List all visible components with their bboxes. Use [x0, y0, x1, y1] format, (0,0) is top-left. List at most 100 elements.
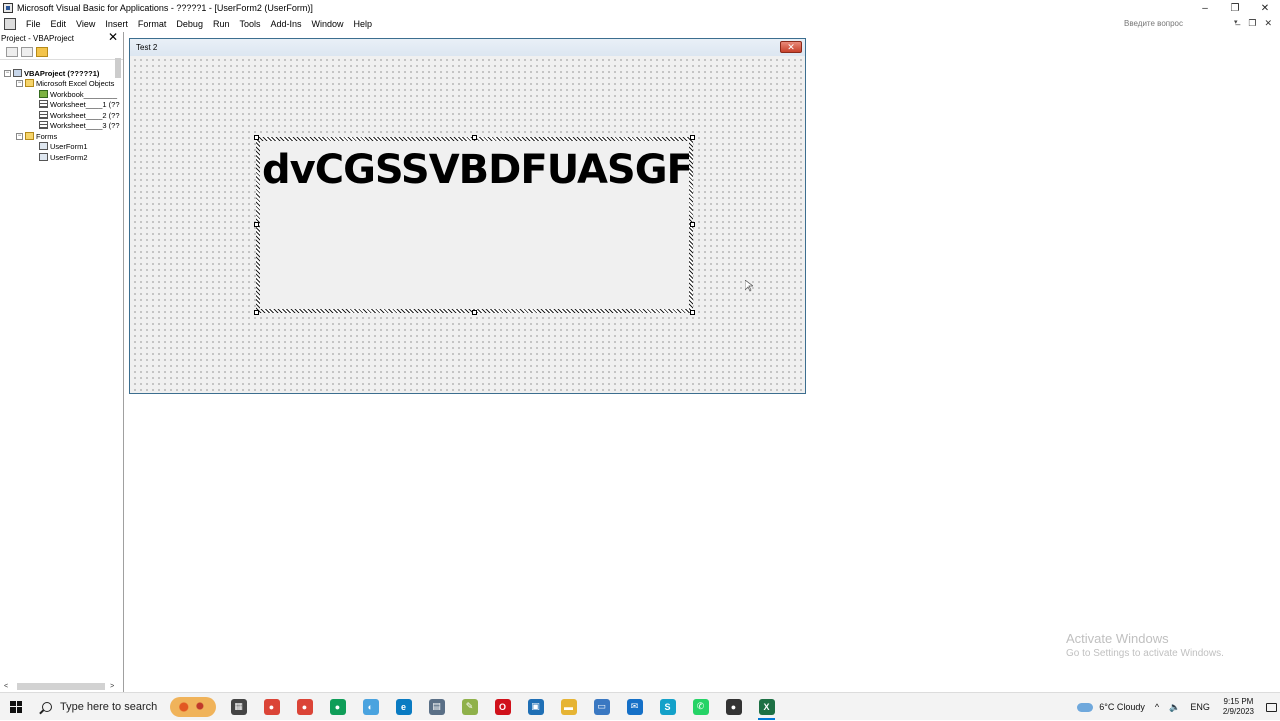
tray-chevron-icon[interactable]: ^	[1150, 702, 1164, 712]
resize-handle[interactable]	[690, 310, 695, 315]
menu-insert[interactable]: Insert	[100, 19, 133, 29]
menu-run[interactable]: Run	[208, 19, 235, 29]
collapse-icon[interactable]: −	[16, 132, 23, 140]
resize-handle[interactable]	[254, 135, 259, 140]
taskbar-app-button[interactable]: ▦	[222, 693, 255, 721]
taskbar-app-button[interactable]: ●	[288, 693, 321, 721]
taskbar-app-button[interactable]: ▣	[519, 693, 552, 721]
tree-node-excel-objects[interactable]: − Microsoft Excel Objects	[16, 78, 114, 88]
tree-node-workbook[interactable]: Workbook________	[39, 89, 117, 99]
project-explorer-header: Project - VBAProject ✕	[0, 31, 123, 44]
clock[interactable]: 9:15 PM 2/9/2023	[1215, 697, 1262, 717]
taskbar-app-button[interactable]: ●	[717, 693, 750, 721]
minimize-button[interactable]: –	[1190, 0, 1220, 16]
weather-widget[interactable]: 6°C Cloudy	[1072, 702, 1150, 712]
label-caption: dvCGSSVBDFUASGF	[262, 147, 689, 193]
resize-handle[interactable]	[690, 135, 695, 140]
search-highlight-image[interactable]	[170, 696, 216, 717]
menu-file[interactable]: File	[21, 19, 46, 29]
taskbar-app-button[interactable]: O	[486, 693, 519, 721]
tree-node-userform1[interactable]: UserForm1	[39, 141, 88, 151]
taskbar-app-button[interactable]: ▤	[420, 693, 453, 721]
start-button[interactable]	[0, 693, 32, 721]
label-control[interactable]: dvCGSSVBDFUASGF	[254, 135, 695, 315]
taskbar-app-button[interactable]: ●	[255, 693, 288, 721]
cloud-icon	[1077, 702, 1094, 712]
taskbar-search[interactable]: Type here to search	[32, 693, 222, 721]
view-object-icon[interactable]	[21, 46, 33, 57]
vertical-scrollbar[interactable]	[115, 58, 121, 78]
language-indicator[interactable]: ENG	[1185, 702, 1215, 712]
taskbar-app-button[interactable]: ◐	[354, 693, 387, 721]
taskbar-app-button[interactable]: ▭	[585, 693, 618, 721]
folder-icon	[25, 79, 34, 87]
document-control-icon[interactable]	[4, 17, 16, 30]
mdi-minimize-button[interactable]: –	[1235, 19, 1240, 29]
tree-node-userform2[interactable]: UserForm2	[39, 152, 88, 162]
userform-close-button[interactable]: ✕	[780, 41, 802, 53]
label-face[interactable]: dvCGSSVBDFUASGF	[260, 141, 689, 309]
taskbar-app-button[interactable]: ●	[321, 693, 354, 721]
menu-add-ins[interactable]: Add-Ins	[265, 19, 306, 29]
menu-help[interactable]: Help	[349, 19, 378, 29]
tree-node-worksheet-2[interactable]: Worksheet____2 (??	[39, 110, 120, 120]
userform-designer: Test 2 ✕ dvCGSSVBDFUASGF	[129, 38, 806, 394]
taskbar-app-button[interactable]: ▬	[552, 693, 585, 721]
workbook-icon	[39, 90, 48, 98]
userform-caption-bar[interactable]: Test 2 ✕	[130, 39, 805, 56]
resize-handle[interactable]	[472, 135, 477, 140]
mdi-close-button[interactable]: ✕	[1264, 18, 1272, 29]
menu-format[interactable]: Format	[133, 19, 172, 29]
userform-grid[interactable]: dvCGSSVBDFUASGF	[132, 57, 803, 391]
tree-node-worksheet-3[interactable]: Worksheet____3 (??	[39, 120, 120, 130]
worksheet-icon	[39, 121, 48, 129]
task-view-icon: ▦	[230, 698, 247, 715]
resize-handle[interactable]	[254, 310, 259, 315]
tree-node-worksheet-1[interactable]: Worksheet____1 (??	[39, 99, 120, 109]
menu-view[interactable]: View	[71, 19, 100, 29]
chrome-icon: ●	[296, 698, 313, 715]
notification-center-icon[interactable]	[1262, 693, 1280, 721]
taskbar-app-button[interactable]: ✉	[618, 693, 651, 721]
scroll-thumb[interactable]	[16, 682, 106, 690]
horizontal-scrollbar[interactable]: < >	[4, 681, 118, 691]
browser-icon: ◐	[362, 698, 379, 715]
resize-handle[interactable]	[690, 222, 695, 227]
search-placeholder: Type here to search	[60, 700, 158, 713]
toggle-folders-icon[interactable]	[36, 46, 48, 57]
project-explorer-close-button[interactable]: ✕	[107, 31, 119, 44]
taskbar: Type here to search ▦ ● ● ● ◐ e ▤ ✎ O ▣ ▬ ▭ ✉ S ✆ ● X 6°…	[0, 692, 1280, 720]
restore-button[interactable]: ❐	[1220, 0, 1250, 16]
view-code-icon[interactable]	[6, 46, 18, 57]
mdi-restore-button[interactable]: ❐	[1248, 18, 1256, 29]
tree-label: UserForm2	[50, 152, 88, 162]
collapse-icon[interactable]: −	[16, 79, 23, 87]
taskbar-app-button[interactable]: X	[750, 693, 783, 721]
taskbar-app-button[interactable]: e	[387, 693, 420, 721]
weather-text: 6°C Cloudy	[1099, 702, 1145, 712]
clock-time: 9:15 PM	[1223, 697, 1254, 706]
mdi-controls: – ❐ ✕	[1235, 16, 1272, 31]
title-bar: Microsoft Visual Basic for Applications …	[0, 0, 1280, 16]
tree-label: UserForm1	[50, 141, 88, 151]
tree-node-vbaproject[interactable]: − VBAProject (?????1)	[4, 68, 99, 78]
tree-node-forms[interactable]: − Forms	[16, 131, 57, 141]
resize-handle[interactable]	[254, 222, 259, 227]
resize-handle[interactable]	[472, 310, 477, 315]
taskbar-app-button[interactable]: ✎	[453, 693, 486, 721]
taskbar-app-button[interactable]: ✆	[684, 693, 717, 721]
scroll-right-icon[interactable]: >	[110, 683, 118, 690]
scroll-left-icon[interactable]: <	[4, 683, 12, 690]
menu-edit[interactable]: Edit	[46, 19, 72, 29]
close-button[interactable]: ✕	[1250, 0, 1280, 16]
search-icon	[42, 701, 52, 712]
volume-icon[interactable]: 🔈	[1164, 702, 1185, 713]
menu-debug[interactable]: Debug	[171, 19, 208, 29]
menu-window[interactable]: Window	[307, 19, 349, 29]
folder-icon: ▬	[560, 698, 577, 715]
ask-question-input[interactable]: Введите вопрос	[1124, 17, 1244, 29]
collapse-icon[interactable]: −	[4, 69, 11, 77]
menu-tools[interactable]: Tools	[234, 19, 265, 29]
taskbar-app-button[interactable]: S	[651, 693, 684, 721]
tree-label: VBAProject (?????1)	[24, 68, 100, 78]
